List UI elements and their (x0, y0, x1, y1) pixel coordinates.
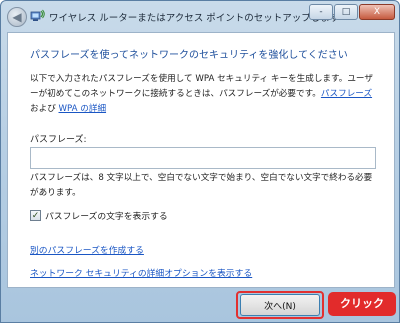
passphrase-label: パスフレーズ: (30, 135, 87, 145)
description-text: 以下で入力されたパスフレーズを使用して WPA セキュリティ キーを生成します。… (30, 72, 380, 117)
passphrase-input[interactable] (30, 147, 376, 169)
advanced-security-options-link[interactable]: ネットワーク セキュリティの詳細オプションを表示する (30, 266, 252, 279)
passphrase-hint: パスフレーズは、8 文字以上で、空白でない文字で始まり、空白でない文字で終わる必… (30, 173, 373, 198)
show-chars-label: パスフレーズの文字を表示する (45, 212, 168, 222)
conjunction-text: および (30, 104, 59, 114)
next-button[interactable]: 次へ(N) (240, 294, 320, 316)
wizard-footer: 次へ(N) クリック (1, 288, 400, 323)
click-callout: クリック (328, 292, 396, 316)
wizard-window: ◀ ワイヤレス ルーターまたはアクセス ポイントのセットアップします - □ X… (0, 0, 400, 323)
page-heading: パスフレーズを使ってネットワークのセキュリティを強化してください (30, 50, 348, 61)
minimize-button[interactable]: - (309, 4, 333, 20)
maximize-button[interactable]: □ (334, 4, 358, 20)
back-button[interactable]: ◀ (7, 7, 27, 27)
network-wizard-icon (30, 9, 45, 21)
wizard-content: パスフレーズを使ってネットワークのセキュリティを強化してください 以下で入力され… (7, 32, 395, 288)
window-controls: - □ X (309, 4, 395, 20)
show-chars-option[interactable]: ✓ パスフレーズの文字を表示する (30, 209, 168, 222)
create-other-passphrase-link[interactable]: 別のパスフレーズを作成する (30, 243, 144, 256)
title-bar: ◀ ワイヤレス ルーターまたはアクセス ポイントのセットアップします - □ X (1, 1, 400, 31)
close-button[interactable]: X (359, 4, 395, 20)
window-title: ワイヤレス ルーターまたはアクセス ポイントのセットアップします (49, 13, 340, 24)
show-chars-checkbox[interactable]: ✓ (30, 210, 41, 221)
passphrase-help-link[interactable]: パスフレーズ (321, 89, 372, 99)
wpa-details-link[interactable]: WPA の詳細 (59, 104, 107, 114)
